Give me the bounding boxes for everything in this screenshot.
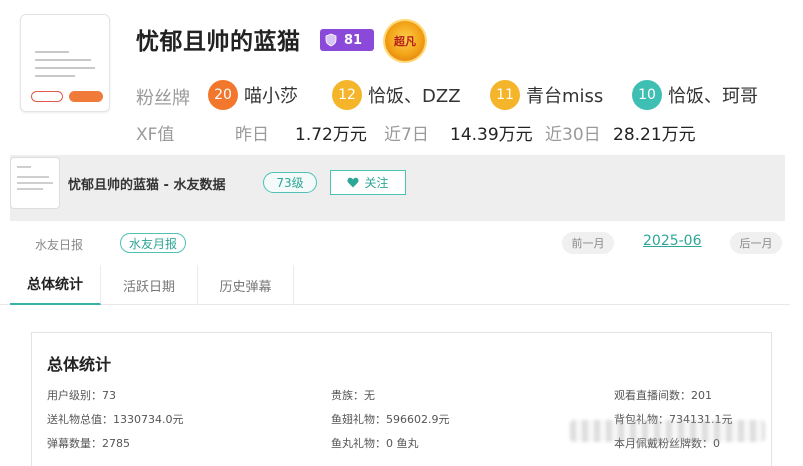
xf-yesterday-value: 1.72万元 [295,125,367,145]
fan-badge-name: 青台miss [526,86,604,107]
xf-label: XF值 [136,125,175,145]
tab-bar: 总体统计 活跃日期 历史弹幕 [0,265,790,305]
stats-card-title: 总体统计 [47,355,112,374]
profile-strip: 忧郁且帅的蓝猫 - 水友数据 73级 关注 [10,155,785,221]
stat-noble: 贵族：无 [331,389,375,402]
fan-badge-name: 喵小莎 [244,86,298,107]
stat-rooms-watched: 观看直播间数：201 [614,389,712,402]
fan-badge[interactable]: 10 恰饭、珂哥 [632,80,758,110]
xf-month-label: 近30日 [545,125,601,145]
follow-label: 关注 [364,176,389,190]
fan-badge[interactable]: 20 喵小莎 [208,80,298,110]
stat-yuchi-gifts: 鱼翅礼物：596602.9元 [331,413,450,426]
fan-badge-name: 恰饭、珂哥 [668,86,758,107]
heart-icon [347,177,360,188]
noble-badge: 超凡 [385,21,425,61]
fan-badge-level: 20 [208,80,238,110]
fan-badge-level: 12 [332,80,362,110]
level-pill: 73级 [263,172,317,193]
fan-badge-level: 10 [632,80,662,110]
current-month-link[interactable]: 2025-06 [643,233,702,249]
user-name: 忧郁且帅的蓝猫 [136,29,301,55]
xf-yesterday-label: 昨日 [235,125,269,145]
noble-badge-label: 超凡 [394,35,416,48]
fan-badge-row-label: 粉丝牌 [136,88,190,109]
stat-user-level: 用户级别：73 [47,389,116,402]
fan-badge-name: 恰饭、DZZ [368,86,461,107]
user-level-badge: 81 [320,29,374,51]
xf-week-value: 14.39万元 [450,125,533,145]
tab-active-dates[interactable]: 活跃日期 [101,265,198,305]
shield-icon [325,33,337,47]
strip-title: 忧郁且帅的蓝猫 - 水友数据 [68,178,226,193]
stat-gift-total: 送礼物总值：1330734.0元 [47,413,184,426]
xf-month-value: 28.21万元 [613,125,696,145]
fan-badge-level: 11 [490,80,520,110]
user-level-value: 81 [344,32,363,48]
stats-card: 总体统计 用户级别：73 贵族：无 观看直播间数：201 送礼物总值：13307… [31,332,772,466]
xf-week-label: 近7日 [384,125,429,145]
monthly-report-tab[interactable]: 水友月报 [120,233,186,253]
stat-danmaku-count: 弹幕数量：2785 [47,437,130,450]
follow-button[interactable]: 关注 [330,170,406,195]
strip-avatar[interactable] [10,157,60,209]
blurred-watermark [570,420,765,442]
stat-yuwan-gifts: 鱼丸礼物：0 鱼丸 [331,437,419,450]
next-month-button[interactable]: 后一月 [730,232,782,254]
fan-badge[interactable]: 12 恰饭、DZZ [332,80,461,110]
prev-month-button[interactable]: 前一月 [562,232,614,254]
daily-report-tab[interactable]: 水友日报 [35,236,83,253]
tab-overall-stats[interactable]: 总体统计 [10,265,101,305]
user-avatar[interactable] [20,14,110,112]
fan-badge[interactable]: 11 青台miss [490,80,603,110]
tab-history-danmaku[interactable]: 历史弹幕 [198,265,294,305]
